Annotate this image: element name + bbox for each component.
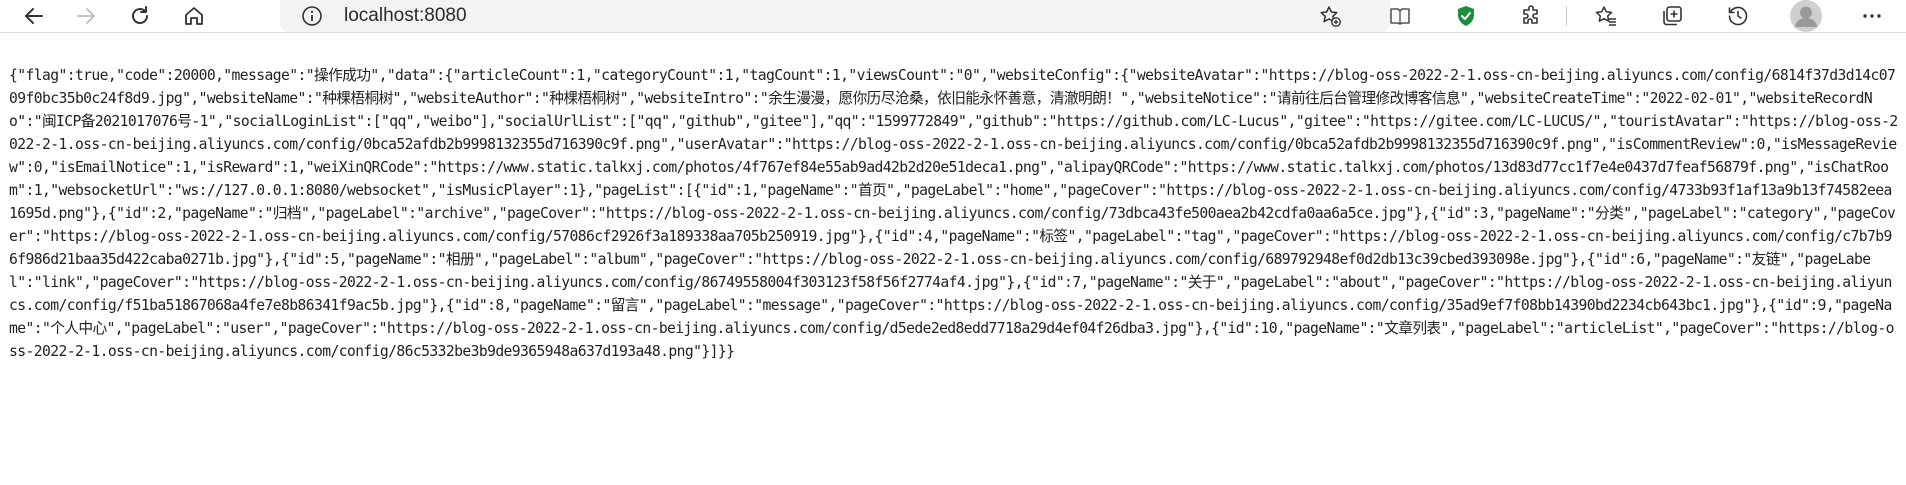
shield-icon <box>1458 6 1474 26</box>
history-icon <box>1728 6 1748 26</box>
address-bar[interactable]: localhost:8080 <box>280 0 1390 32</box>
info-icon <box>302 6 322 26</box>
add-favorite-button[interactable] <box>1310 0 1350 32</box>
favorite-add-icon <box>1320 6 1341 27</box>
back-icon <box>25 8 43 24</box>
home-button[interactable] <box>174 0 214 32</box>
back-button[interactable] <box>14 0 54 32</box>
history-button[interactable] <box>1718 0 1758 32</box>
collections-icon <box>1663 6 1682 26</box>
toolbar-divider <box>1566 6 1567 26</box>
json-response-text: {"flag":true,"code":20000,"message":"操作成… <box>9 67 1898 360</box>
browser-essentials-button[interactable] <box>1446 0 1486 32</box>
profile-button[interactable] <box>1786 0 1826 32</box>
forward-icon <box>77 8 95 24</box>
reading-view-button[interactable] <box>1380 0 1420 32</box>
settings-more-button[interactable] <box>1852 0 1892 32</box>
home-icon <box>185 7 203 25</box>
refresh-icon <box>132 6 148 24</box>
forward-button[interactable] <box>66 0 106 32</box>
more-icon <box>1863 14 1881 18</box>
favorites-button[interactable] <box>1586 0 1626 32</box>
site-info-button[interactable] <box>292 0 332 32</box>
collections-button[interactable] <box>1652 0 1692 32</box>
browser-toolbar: localhost:8080 <box>0 0 1906 33</box>
extensions-icon <box>1523 5 1538 24</box>
favorites-icon <box>1595 6 1616 26</box>
reading-view-icon <box>1390 8 1410 25</box>
profile-icon <box>1790 0 1822 32</box>
extensions-button[interactable] <box>1512 0 1552 32</box>
refresh-button[interactable] <box>120 0 160 32</box>
url-text[interactable]: localhost:8080 <box>344 0 467 32</box>
